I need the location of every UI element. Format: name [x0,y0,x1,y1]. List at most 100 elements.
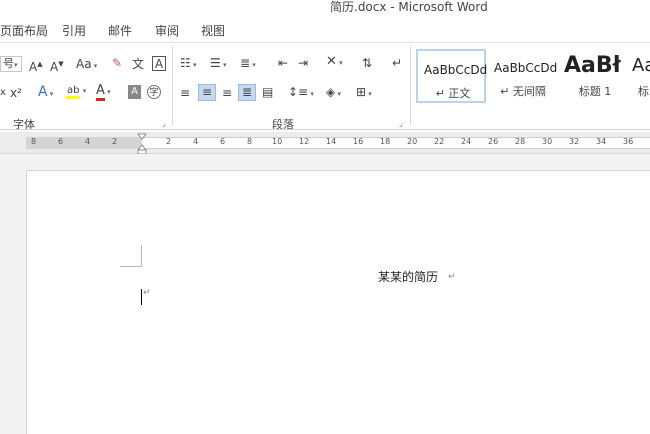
text-cursor [141,289,142,305]
character-border-glyph: A [154,57,164,71]
ruler-tick: 28 [515,137,526,146]
document-title-text[interactable]: 某某的简历 [378,268,438,285]
align-center-icon[interactable]: ≡ [198,84,216,101]
justify-icon[interactable]: ≣ [238,84,256,101]
clear-formatting-icon[interactable]: ✎ [112,56,122,70]
font-size-value: 号 [3,57,14,70]
ruler-tick: 6 [220,137,226,146]
tab-mailings[interactable]: 邮件 [108,22,132,39]
style-name: ↵ 正文 [435,87,471,100]
grow-font-button[interactable]: A▲ [29,57,43,74]
chinese-layout-icon[interactable]: ✕ ▾ [326,55,343,70]
font-color-button[interactable]: A ▾ [96,83,111,101]
line-spacing-icon[interactable]: ↕≡ ▾ [288,85,314,101]
paragraph-group-label: 段落 [272,118,294,131]
text-effects-button[interactable]: A ▾ [38,85,53,101]
shrink-font-button[interactable]: A▼ [50,57,64,74]
ruler-tick: 32 [569,137,580,146]
tab-review[interactable]: 审阅 [155,22,179,39]
ruler-tick: 36 [623,137,634,146]
style-name: 标题 1 [578,85,612,98]
ruler-tick: 16 [353,137,364,146]
ruler-tick: 20 [407,137,418,146]
style-preview: AaBł [564,53,621,78]
character-border-button[interactable]: A [152,56,166,71]
distributed-icon[interactable]: ▤ [262,85,273,99]
style-name: 标 [638,85,649,98]
enclose-characters-button[interactable]: 字 [147,85,161,99]
style-normal[interactable]: AaBbCcDd ↵ 正文 [416,49,488,103]
tab-references[interactable]: 引用 [62,22,86,39]
ruler-tick: 2 [166,137,172,146]
ruler-tick: 12 [299,137,310,146]
ruler-tick: 24 [461,137,472,146]
decrease-indent-icon[interactable]: ⇤ [278,56,288,70]
phonetic-guide-button[interactable]: 文 [132,57,144,71]
superscript-glyph: x² [10,86,22,100]
highlight-button[interactable]: ab ▾ [66,84,87,99]
sort-icon[interactable]: ⇅ [362,56,372,70]
increase-indent-icon[interactable]: ⇥ [298,56,308,70]
style-preview: AaBbCcDd [424,63,488,77]
ruler-tick: 2 [112,137,118,146]
phonetic-guide-glyph: 文 [132,57,145,71]
subscript-button[interactable]: x [0,86,6,100]
shrink-font-glyph: A [50,60,59,74]
ruler-tick: 8 [247,137,253,146]
subscript-glyph: x [0,87,6,98]
horizontal-ruler[interactable]: 8 6 4 2 2 4 6 8 10 12 14 16 18 20 22 24 … [0,132,650,154]
numbering-icon[interactable]: ☰ ▾ [210,56,227,72]
margin-corner-mark [120,245,142,267]
grow-arrow-icon: ▲ [37,60,43,68]
group-separator [172,46,173,126]
grow-font-glyph: A [29,60,38,74]
ruler-tick: 18 [380,137,391,146]
style-preview: AaBbCcDd [494,61,558,75]
change-case-glyph: Aa [76,57,92,71]
change-case-button[interactable]: Aa ▾ [76,57,97,73]
font-color-glyph: A [96,83,105,101]
paragraph-dialog-launcher-icon[interactable]: ⌟ [399,119,403,128]
ruler-tick: 30 [542,137,553,146]
multilevel-list-icon[interactable]: ≣ ▾ [240,56,256,72]
character-shading-glyph: A [131,86,138,97]
bullets-icon[interactable]: ☷ ▾ [180,56,197,72]
chevron-down-icon: ▾ [47,90,54,98]
ruler-tick: 26 [488,137,499,146]
ruler-tick: 4 [193,137,199,146]
ruler-tick: 22 [434,137,445,146]
align-right-icon[interactable]: ≡ [222,86,232,100]
character-shading-button[interactable]: A [128,85,141,99]
text-effects-glyph: A [38,84,48,100]
borders-icon[interactable]: ⊞ ▾ [356,85,372,101]
ruler-tick: 4 [85,137,91,146]
enclose-characters-glyph: 字 [149,88,159,98]
font-dialog-launcher-icon[interactable]: ⌟ [162,119,166,128]
ruler-tick: 6 [58,137,64,146]
style-no-spacing[interactable]: AaBbCcDd ↵ 无间隔 [488,49,558,103]
style-heading-2[interactable]: Aa 标 [630,49,650,103]
ruler-margin-area [26,137,142,149]
style-heading-1[interactable]: AaBł 标题 1 [560,49,630,103]
chevron-down-icon: ▾ [91,62,98,70]
document-page[interactable] [26,170,650,434]
highlight-glyph: ab [66,85,81,99]
ruler-tick: 8 [31,137,37,146]
align-left-icon[interactable]: ≡ [180,86,190,100]
shrink-arrow-icon: ▼ [58,60,64,68]
chevron-down-icon: ▾ [80,87,87,95]
font-group-label: 字体 [13,118,35,131]
show-marks-icon[interactable]: ↵ [392,56,402,70]
tab-page-layout[interactable]: 页面布局 [0,22,48,39]
paragraph-mark: ↵ [448,272,456,282]
style-preview: Aa [632,55,650,76]
ruler-tick: 34 [596,137,607,146]
shading-icon[interactable]: ◈ ▾ [326,85,341,101]
tab-view[interactable]: 视图 [201,22,225,39]
title-bar: 简历.docx - Microsoft Word [0,0,650,14]
window-title: 简历.docx - Microsoft Word [330,0,488,14]
ribbon-tabs: 页面布局 引用 邮件 审阅 视图 [0,14,650,42]
font-size-box[interactable]: 号▾ [0,56,22,72]
superscript-button[interactable]: x² [10,86,22,100]
indent-marker-icon[interactable] [137,133,147,155]
